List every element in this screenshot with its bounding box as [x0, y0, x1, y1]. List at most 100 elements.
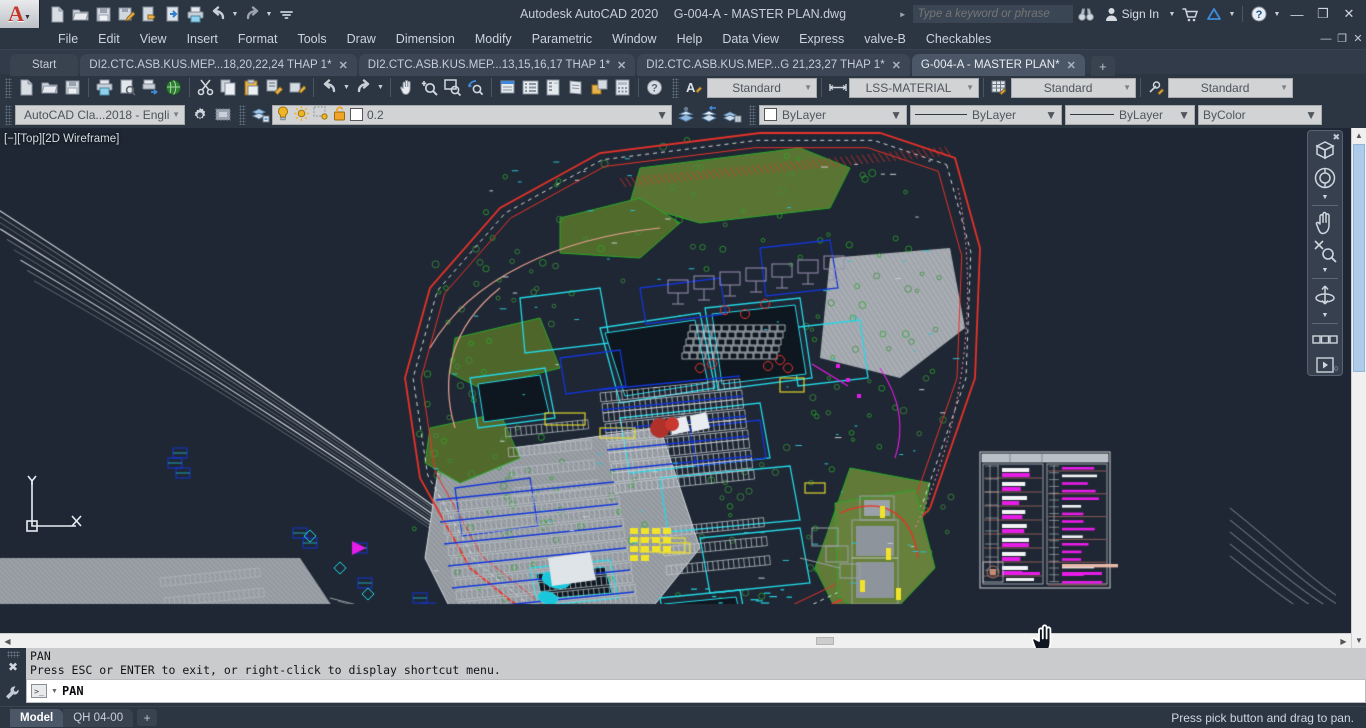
unlocked-icon[interactable] — [333, 105, 346, 124]
redo-dropdown-icon[interactable]: ▼ — [264, 3, 274, 25]
dim-style-icon[interactable] — [826, 76, 849, 99]
menu-item-view[interactable]: View — [130, 28, 177, 50]
lightbulb-on-icon[interactable] — [276, 105, 290, 124]
sign-in-button[interactable]: Sign In — [1099, 7, 1165, 21]
drawing-viewport[interactable]: [−][Top][2D Wireframe] ✖ ▼ ▼ ▼ ○ ▲ ▼ ◀ ▶ — [0, 128, 1366, 648]
close-button[interactable]: ✕ — [1336, 1, 1362, 27]
save-as-folder-icon[interactable] — [138, 3, 160, 25]
calculator-icon[interactable] — [611, 76, 634, 99]
close-icon[interactable]: ✕ — [1067, 59, 1076, 72]
redo-dropdown-icon[interactable]: ▼ — [375, 76, 386, 99]
table-style-combo[interactable]: Standard ▼ — [1011, 77, 1136, 98]
menu-item-parametric[interactable]: Parametric — [522, 28, 602, 50]
text-style-combo[interactable]: Standard ▼ — [707, 77, 817, 98]
chevron-down-icon[interactable]: ▼ — [1322, 311, 1329, 320]
designcenter-icon[interactable] — [519, 76, 542, 99]
markup-set-icon[interactable] — [588, 76, 611, 99]
scroll-down-icon[interactable]: ▼ — [1352, 633, 1366, 648]
pan-icon[interactable] — [1310, 209, 1340, 237]
undo-icon[interactable] — [207, 3, 229, 25]
menu-item-insert[interactable]: Insert — [177, 28, 228, 50]
layer-previous-icon[interactable] — [698, 103, 721, 126]
mleader-style-icon[interactable] — [1145, 76, 1168, 99]
pan-icon[interactable] — [395, 76, 418, 99]
layers-toolbar-grip[interactable] — [239, 104, 246, 125]
redo-icon[interactable] — [352, 76, 375, 99]
menu-item-help[interactable]: Help — [667, 28, 713, 50]
make-object-layer-current-icon[interactable] — [675, 103, 698, 126]
text-style-icon[interactable]: A — [682, 76, 705, 99]
file-tab-0[interactable]: DI2.CTC.ASB.KUS.MEP...18,20,22,24 THAP 1… — [80, 54, 357, 76]
zoom-previous-icon[interactable] — [464, 76, 487, 99]
application-menu-button[interactable]: A ▼ — [0, 0, 40, 28]
open-icon[interactable] — [38, 76, 61, 99]
new-tab-button[interactable]: + — [1090, 56, 1115, 76]
menu-item-edit[interactable]: Edit — [88, 28, 130, 50]
showmotion-icon[interactable] — [1310, 327, 1340, 355]
minimize-button[interactable]: — — [1284, 1, 1310, 27]
layer-states-icon[interactable] — [721, 103, 744, 126]
viewport-freeze-icon[interactable] — [313, 106, 329, 124]
cut-icon[interactable] — [194, 76, 217, 99]
steering-wheel-icon[interactable] — [1310, 165, 1340, 193]
chevron-right-icon[interactable]: ► — [893, 10, 913, 19]
layout-tab-model[interactable]: Model — [10, 708, 64, 727]
menu-item-format[interactable]: Format — [228, 28, 288, 50]
close-icon[interactable]: ✖ — [8, 661, 18, 673]
menu-item-draw[interactable]: Draw — [337, 28, 386, 50]
undo-dropdown-icon[interactable]: ▼ — [230, 3, 240, 25]
save-icon[interactable] — [61, 76, 84, 99]
menu-item-modify[interactable]: Modify — [465, 28, 522, 50]
orbit-icon[interactable] — [1310, 282, 1340, 310]
gear-icon[interactable] — [188, 103, 211, 126]
lineweight-combo[interactable]: ByLayer ▼ — [1065, 104, 1195, 125]
viewport-controls-label[interactable]: [−][Top][2D Wireframe] — [4, 133, 119, 145]
block-editor-icon[interactable] — [286, 76, 309, 99]
sheet-set-icon[interactable] — [565, 76, 588, 99]
file-tab-1[interactable]: DI2.CTC.ASB.KUS.MEP...13,15,16,17 THAP 1… — [358, 54, 636, 76]
linetype-combo[interactable]: ByLayer ▼ — [910, 104, 1062, 125]
zoom-window-icon[interactable] — [441, 76, 464, 99]
restore-button[interactable]: ❐ — [1310, 1, 1336, 27]
mleader-style-combo[interactable]: Standard ▼ — [1168, 77, 1293, 98]
close-icon[interactable]: ✖ — [1332, 132, 1340, 143]
tool-palettes-icon[interactable] — [542, 76, 565, 99]
match-properties-icon[interactable] — [263, 76, 286, 99]
import-icon[interactable] — [161, 3, 183, 25]
help-dropdown-icon[interactable]: ▼ — [1272, 3, 1282, 25]
sign-in-dropdown-icon[interactable]: ▼ — [1167, 3, 1177, 25]
copy-icon[interactable] — [217, 76, 240, 99]
open-icon[interactable] — [69, 3, 91, 25]
vertical-scrollbar[interactable]: ▲ ▼ — [1351, 128, 1366, 648]
toolbar-grip[interactable] — [5, 77, 12, 98]
vertical-scroll-thumb[interactable] — [1353, 144, 1365, 372]
command-input-value[interactable]: PAN — [62, 684, 84, 698]
customize-qat-icon[interactable] — [275, 3, 297, 25]
doc-close-button[interactable]: ✕ — [1350, 29, 1366, 49]
file-tab-3[interactable]: G-004-A - MASTER PLAN* ✕ — [911, 54, 1085, 76]
menu-item-tools[interactable]: Tools — [287, 28, 336, 50]
workspace-combo[interactable]: AutoCAD Cla...2018 - English ▼ — [15, 104, 185, 125]
horizontal-scroll-thumb[interactable] — [816, 637, 834, 645]
new-icon[interactable] — [46, 3, 68, 25]
qnew-icon[interactable] — [15, 76, 38, 99]
zoom-icon[interactable] — [1310, 238, 1340, 266]
dim-style-combo[interactable]: LSS-MATERIAL ▼ — [849, 77, 979, 98]
save-as-icon[interactable] — [115, 3, 137, 25]
add-layout-button[interactable]: + — [137, 709, 158, 726]
layout-tab-qh-04-00[interactable]: QH 04-00 — [63, 708, 134, 727]
styles-toolbar-grip[interactable] — [672, 77, 679, 98]
autodesk-360-icon[interactable] — [1203, 3, 1225, 25]
file-tab-2[interactable]: DI2.CTC.ASB.KUS.MEP...G 21,23,27 THAP 1*… — [637, 54, 910, 76]
paste-icon[interactable] — [240, 76, 263, 99]
command-line-grip[interactable] — [6, 651, 20, 658]
menu-item-dimension[interactable]: Dimension — [386, 28, 465, 50]
command-input-row[interactable]: >_ ▼ PAN — [26, 679, 1366, 703]
scroll-up-icon[interactable]: ▲ — [1352, 128, 1366, 143]
properties-icon[interactable] — [496, 76, 519, 99]
close-icon[interactable]: ✕ — [892, 59, 901, 72]
close-icon[interactable]: ✕ — [339, 59, 348, 72]
help-icon[interactable]: ? — [643, 76, 666, 99]
properties-toolbar-grip[interactable] — [749, 104, 756, 125]
menu-item-window[interactable]: Window — [602, 28, 666, 50]
